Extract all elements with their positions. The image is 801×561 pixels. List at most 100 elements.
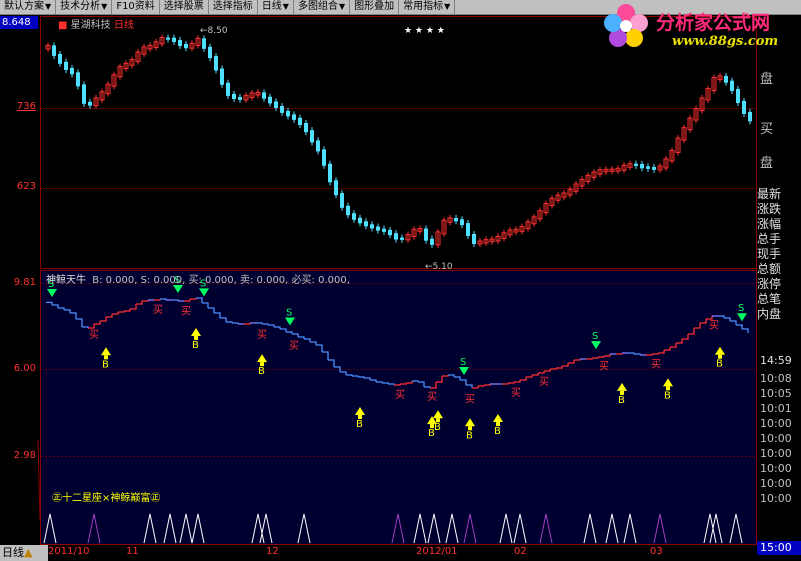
quote-field-change[interactable]: 涨跌	[757, 202, 801, 217]
date-axis: 2011/10 11 12 2012/01 02 03	[0, 545, 757, 561]
star-markers: ★ ★ ★ ★	[404, 26, 445, 36]
candle-down	[220, 68, 224, 85]
mai-signal-label: 买	[539, 376, 549, 388]
stock-name: 星湖科技	[70, 20, 111, 31]
candle-down	[178, 39, 182, 46]
candle-down	[634, 163, 638, 166]
candle-down	[646, 166, 650, 169]
candle-down	[274, 101, 278, 108]
date-label: 11	[126, 546, 139, 557]
tick-time-last: 15:00	[757, 541, 801, 555]
candle-down	[424, 228, 428, 241]
right-label-buy: 买	[760, 122, 774, 137]
candlestick-series	[45, 34, 752, 248]
date-label: 03	[650, 546, 663, 557]
quote-field-inner-volume[interactable]: 内盘	[757, 307, 801, 322]
candle-down	[454, 217, 458, 222]
period-selector[interactable]: 日线▲	[0, 545, 48, 561]
candle-down	[724, 75, 728, 83]
candle-down	[286, 110, 290, 117]
candle-down	[232, 93, 236, 99]
candle-down	[76, 72, 80, 87]
candle-down	[730, 80, 734, 91]
indicator-label-600: 6.00	[13, 363, 36, 374]
candle-down	[364, 221, 368, 227]
logo: 分析家公式网 www.88gs.com	[598, 0, 801, 58]
candle-down	[466, 223, 470, 237]
date-label: 2012/01	[416, 546, 458, 557]
stock-title: ■ 星湖科技 日线	[58, 20, 134, 31]
period-label: 日线	[2, 546, 24, 559]
sell-signal-label: S	[286, 307, 292, 318]
candle-down	[652, 166, 656, 170]
indicator-values: B: 0.000, S: 0.000, 买: 0.000, 卖: 0.000, …	[92, 275, 350, 286]
date-label: 12	[266, 546, 279, 557]
candle-down	[358, 217, 362, 224]
mai-signal-label: 买	[257, 329, 267, 341]
candle-down	[88, 101, 92, 106]
quote-field-current-volume[interactable]: 现手	[757, 247, 801, 262]
candle-down	[748, 111, 752, 122]
buy-signal-label: B	[356, 419, 363, 430]
candle-down	[64, 61, 68, 70]
buy-signal-label: B	[716, 359, 723, 370]
mai-signal-label: 买	[651, 359, 661, 371]
indicator-subtitle: ㊣十二星座×神鲸巅富㊣	[52, 493, 161, 504]
buy-signal-label: B	[618, 395, 625, 406]
buy-signal-label: B	[494, 426, 501, 437]
quote-field-limit-up[interactable]: 涨停	[757, 277, 801, 292]
tick-time-list: 14:59 10:08 10:05 10:01 10:00 10:00 10:0…	[760, 354, 801, 507]
candle-down	[82, 84, 86, 104]
triangle-up-icon: ▲	[24, 546, 33, 559]
candle-down	[388, 229, 392, 236]
mai-signal-label: 买	[289, 340, 299, 352]
price-label-623: 623	[16, 181, 36, 192]
mai-signal-label: 买	[153, 304, 163, 316]
indicator-label-298: 2.98	[13, 450, 36, 461]
candle-down	[340, 193, 344, 208]
quote-field-amount[interactable]: 总额	[757, 262, 801, 277]
mai-signal-label: 买	[395, 389, 405, 401]
candle-down	[214, 56, 218, 71]
tick-time: 14:59	[760, 354, 792, 367]
mai-signal-label: 买	[465, 393, 475, 405]
quote-field-change-pct[interactable]: 涨幅	[757, 217, 801, 232]
candle-down	[394, 233, 398, 240]
candle-down	[268, 96, 272, 104]
flower-logo-icon	[604, 4, 648, 47]
logo-url: www.88gs.com	[672, 34, 779, 49]
logo-title: 分析家公式网	[656, 12, 771, 34]
candle-down	[52, 45, 56, 56]
candle-down	[238, 96, 242, 100]
right-label-pan-2: 盘	[760, 156, 774, 171]
mai-signal-label: 买	[511, 387, 521, 399]
candle-down	[166, 37, 170, 40]
stock-period: 日线	[113, 20, 134, 31]
buy-signal-label: B	[258, 366, 265, 377]
tick-time: 10:00	[760, 462, 792, 475]
date-label: 02	[514, 546, 527, 557]
tick-time: 10:00	[760, 432, 792, 445]
candle-down	[352, 213, 356, 220]
candle-down	[184, 43, 188, 49]
candle-down	[328, 163, 332, 183]
mai-signal-label: 买	[599, 361, 609, 373]
tick-time: 10:00	[760, 492, 792, 505]
candle-down	[172, 37, 176, 42]
quote-field-latest[interactable]: 最新	[757, 187, 801, 202]
candle-down	[400, 237, 404, 240]
y-axis-tick-red	[37, 439, 41, 521]
tick-time: 10:01	[760, 402, 792, 415]
indicator-name: 神鲸天牛	[46, 275, 86, 286]
candle-down	[304, 122, 308, 133]
sell-signal-label: S	[460, 357, 466, 368]
price-label-736: 736	[16, 101, 36, 112]
candle-down	[316, 140, 320, 152]
candle-down	[202, 38, 206, 49]
quote-field-trade-count[interactable]: 总笔	[757, 292, 801, 307]
buy-signal-label: B	[434, 422, 441, 433]
quote-field-total-volume[interactable]: 总手	[757, 232, 801, 247]
candle-down	[640, 163, 644, 169]
tick-time: 10:00	[760, 477, 792, 490]
candle-down	[298, 117, 302, 125]
